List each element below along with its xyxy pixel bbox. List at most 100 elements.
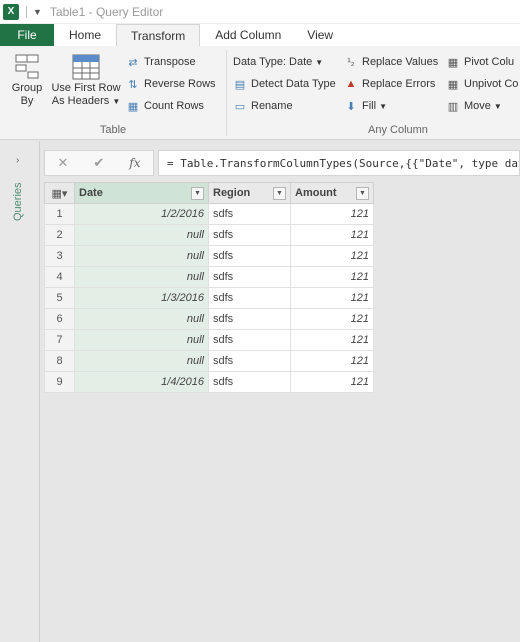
pivot-column-button[interactable]: ▦ Pivot Colu [446, 52, 514, 72]
move-label: Move [464, 100, 491, 112]
table-row[interactable]: 5 1/3/2016 sdfs 121 [44, 287, 374, 309]
row-number[interactable]: 9 [44, 371, 75, 393]
cell-amount[interactable]: 121 [290, 224, 374, 246]
fill-dropdown[interactable]: ⬇ Fill ▼ [344, 96, 387, 116]
transpose-icon: ⇄ [128, 56, 138, 69]
row-number[interactable]: 5 [44, 287, 75, 309]
unpivot-columns-button[interactable]: ▦ Unpivot Co [446, 74, 519, 94]
table-row[interactable]: 8 null sdfs 121 [44, 350, 374, 372]
row-number[interactable]: 2 [44, 224, 75, 246]
cell-region[interactable]: sdfs [208, 371, 291, 393]
replace-errors-icon: ▲ [345, 78, 357, 90]
tab-add-column[interactable]: Add Column [200, 24, 295, 46]
group-by-button[interactable]: Group By [8, 52, 46, 108]
cell-date[interactable]: null [74, 308, 209, 330]
cell-amount[interactable]: 121 [290, 245, 374, 267]
cell-amount[interactable]: 121 [290, 287, 374, 309]
column-header-amount[interactable]: Amount ▼ [290, 182, 374, 204]
any-column-group-label: Any Column [368, 124, 428, 136]
replace-values-button[interactable]: ¹₂ Replace Values [344, 52, 438, 72]
reverse-rows-button[interactable]: ⇅ Reverse Rows [126, 74, 216, 94]
table-row[interactable]: 7 null sdfs 121 [44, 329, 374, 351]
excel-app-icon[interactable]: X [3, 3, 19, 20]
quick-access-dropdown-icon[interactable]: ▼ [33, 7, 42, 17]
transpose-button[interactable]: ⇄ Transpose [126, 52, 195, 72]
move-icon: ▥ [447, 100, 459, 113]
column-header-label: Amount [295, 187, 337, 199]
unpivot-columns-icon: ▦ [447, 78, 459, 91]
fx-icon[interactable]: fx [129, 156, 140, 170]
queries-pane: › Queries [0, 141, 40, 642]
cell-date[interactable]: 1/4/2016 [74, 371, 209, 393]
move-dropdown[interactable]: ▥ Move ▼ [446, 96, 502, 116]
pivot-column-icon: ▦ [447, 56, 459, 69]
cell-region[interactable]: sdfs [208, 245, 291, 267]
filter-dropdown-icon[interactable]: ▼ [191, 186, 204, 200]
cell-date[interactable]: null [74, 350, 209, 372]
cancel-icon[interactable]: ✕ [57, 155, 68, 171]
cell-date[interactable]: 1/2/2016 [74, 203, 209, 225]
reverse-rows-label: Reverse Rows [144, 78, 216, 90]
ribbon-tabs: File Home Transform Add Column View [0, 24, 520, 46]
confirm-check-icon[interactable]: ✔ [93, 155, 104, 171]
table-menu-button[interactable]: ▦▾ [44, 182, 75, 204]
cell-amount[interactable]: 121 [290, 350, 374, 372]
filter-dropdown-icon[interactable]: ▼ [356, 186, 369, 200]
cell-amount[interactable]: 121 [290, 371, 374, 393]
row-number[interactable]: 1 [44, 203, 75, 225]
table-row[interactable]: 6 null sdfs 121 [44, 308, 374, 330]
expand-queries-chevron-icon[interactable]: › [16, 155, 19, 166]
data-type-dropdown[interactable]: Data Type: Date ▼ [233, 52, 323, 72]
tab-file[interactable]: File [0, 24, 54, 46]
table-row[interactable]: 2 null sdfs 121 [44, 224, 374, 246]
table-row[interactable]: 4 null sdfs 121 [44, 266, 374, 288]
table-group-label: Table [99, 124, 127, 136]
queries-pane-label[interactable]: Queries [12, 182, 24, 221]
rename-button[interactable]: ▭ Rename [233, 96, 293, 116]
table-row[interactable]: 9 1/4/2016 sdfs 121 [44, 371, 374, 393]
cell-date[interactable]: null [74, 245, 209, 267]
cell-amount[interactable]: 121 [290, 308, 374, 330]
tab-view[interactable]: View [295, 24, 345, 46]
cell-amount[interactable]: 121 [290, 266, 374, 288]
cell-date[interactable]: null [74, 329, 209, 351]
cell-region[interactable]: sdfs [208, 203, 291, 225]
cell-region[interactable]: sdfs [208, 329, 291, 351]
row-number[interactable]: 6 [44, 308, 75, 330]
filter-dropdown-icon[interactable]: ▼ [273, 186, 286, 200]
cell-amount[interactable]: 121 [290, 329, 374, 351]
cell-date[interactable]: null [74, 266, 209, 288]
count-rows-button[interactable]: ▦ Count Rows [126, 96, 204, 116]
formula-bar: ✕ ✔ fx = Table.TransformColumnTypes(Sour… [44, 150, 520, 176]
cell-region[interactable]: sdfs [208, 308, 291, 330]
cell-region[interactable]: sdfs [208, 287, 291, 309]
row-number[interactable]: 7 [44, 329, 75, 351]
use-first-row-as-headers-button[interactable]: Use First Row As Headers ▼ [50, 52, 122, 108]
replace-errors-label: Replace Errors [362, 78, 436, 90]
table-row[interactable]: 1 1/2/2016 sdfs 121 [44, 203, 374, 225]
detect-data-type-button[interactable]: ▤ Detect Data Type [233, 74, 336, 94]
table-row[interactable]: 3 null sdfs 121 [44, 245, 374, 267]
column-header-date[interactable]: Date ▼ [74, 182, 209, 204]
cell-region[interactable]: sdfs [208, 224, 291, 246]
row-number[interactable]: 3 [44, 245, 75, 267]
cell-region[interactable]: sdfs [208, 350, 291, 372]
replace-errors-button[interactable]: ▲ Replace Errors [344, 74, 436, 94]
cell-amount[interactable]: 121 [290, 203, 374, 225]
title-bar: X ▼ Table1 - Query Editor [0, 0, 520, 24]
row-number[interactable]: 8 [44, 350, 75, 372]
data-type-label: Data Type: Date [233, 56, 313, 68]
tab-transform[interactable]: Transform [116, 24, 201, 46]
cell-region[interactable]: sdfs [208, 266, 291, 288]
cell-date[interactable]: 1/3/2016 [74, 287, 209, 309]
replace-values-icon: ¹₂ [347, 56, 355, 68]
column-header-label: Date [79, 187, 103, 199]
row-number[interactable]: 4 [44, 266, 75, 288]
cell-date[interactable]: null [74, 224, 209, 246]
chevron-down-icon: ▼ [315, 57, 324, 67]
formula-input[interactable]: = Table.TransformColumnTypes(Source,{{"D… [158, 150, 520, 176]
fill-down-icon: ⬇ [346, 100, 356, 113]
column-header-region[interactable]: Region ▼ [208, 182, 291, 204]
tab-home[interactable]: Home [54, 24, 116, 46]
chevron-down-icon: ▼ [493, 101, 502, 111]
